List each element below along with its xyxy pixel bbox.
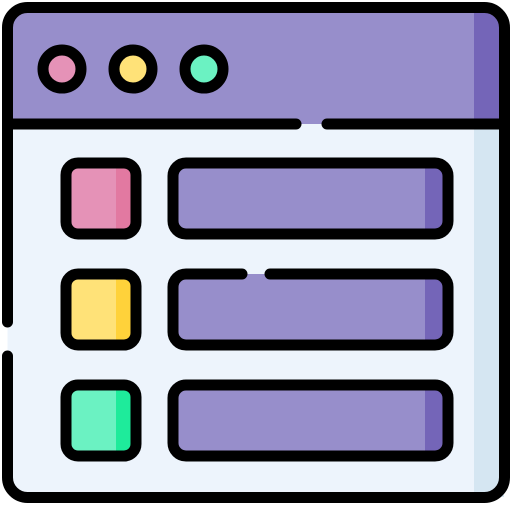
control-dot-minimize[interactable]	[108, 44, 158, 94]
list-row-2[interactable]	[60, 268, 454, 351]
row-3-bar	[173, 385, 448, 456]
control-dot-maximize[interactable]	[179, 44, 229, 94]
list-row-3[interactable]	[60, 379, 454, 462]
window-controls	[37, 44, 229, 94]
control-dot-close[interactable]	[37, 44, 87, 94]
list-row-1[interactable]	[60, 157, 454, 240]
browser-list-window-icon	[2, 2, 510, 503]
row-2-bar	[173, 274, 448, 345]
row-1-bar	[173, 163, 448, 234]
